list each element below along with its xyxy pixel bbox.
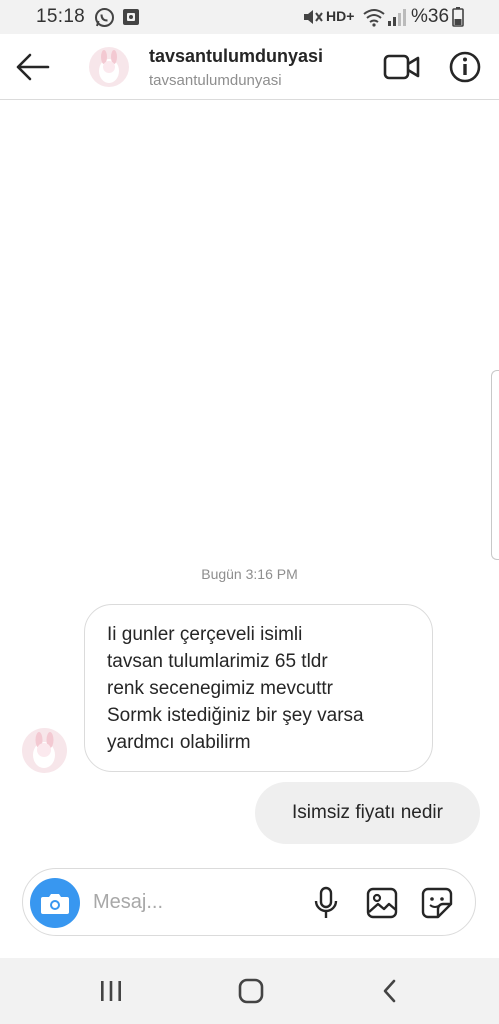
- video-call-icon: [383, 54, 420, 80]
- scrollbar[interactable]: [491, 370, 499, 560]
- contact-avatar[interactable]: [89, 47, 129, 87]
- camera-icon: [41, 894, 69, 914]
- incoming-message-bubble[interactable]: Ii gunler çerçeveli isimli tavsan tuluml…: [84, 604, 433, 772]
- recent-apps-icon: [101, 981, 121, 1001]
- signal-icon: [387, 7, 407, 32]
- chevron-left-icon: [383, 979, 396, 1003]
- camera-button[interactable]: [30, 878, 80, 928]
- sticker-button[interactable]: [420, 886, 454, 920]
- video-call-button[interactable]: [383, 52, 421, 82]
- system-nav-bar: [0, 958, 499, 1024]
- outgoing-message-text: Isimsiz fiyatı nedir: [292, 802, 443, 823]
- gallery-notification-icon: [122, 7, 140, 32]
- microphone-button[interactable]: [311, 886, 341, 920]
- microphone-icon: [314, 886, 338, 918]
- message-input[interactable]: [93, 881, 283, 923]
- network-type: HD+: [326, 8, 355, 24]
- home-button[interactable]: [237, 977, 265, 1005]
- status-time: 15:18: [36, 6, 86, 27]
- mute-icon: [302, 7, 324, 32]
- gallery-button[interactable]: [366, 887, 398, 919]
- back-arrow-icon: [16, 53, 50, 81]
- info-button[interactable]: [448, 50, 482, 84]
- chat-timestamp: Bugün 3:16 PM: [201, 566, 298, 582]
- home-icon: [238, 978, 264, 1004]
- recent-apps-button[interactable]: [98, 978, 124, 1004]
- contact-username: tavsantulumdunyasi: [149, 72, 282, 89]
- whatsapp-icon: [94, 7, 115, 33]
- back-button[interactable]: [14, 50, 50, 84]
- battery-icon: [452, 7, 464, 32]
- system-back-button[interactable]: [378, 977, 402, 1005]
- sticker-icon: [421, 887, 453, 919]
- sender-avatar[interactable]: [22, 728, 67, 773]
- battery-percent: %36: [411, 6, 450, 27]
- gallery-icon: [366, 887, 398, 919]
- status-bar: 15:18 HD+ %36: [0, 0, 499, 34]
- wifi-icon: [362, 7, 386, 32]
- chat-header: tavsantulumdunyasi tavsantulumdunyasi: [0, 34, 499, 100]
- contact-name[interactable]: tavsantulumdunyasi: [149, 46, 323, 67]
- outgoing-message-bubble[interactable]: Isimsiz fiyatı nedir: [255, 782, 480, 844]
- info-icon: [449, 51, 481, 83]
- incoming-message-text: Ii gunler çerçeveli isimli tavsan tuluml…: [107, 624, 364, 753]
- message-composer: [22, 868, 476, 936]
